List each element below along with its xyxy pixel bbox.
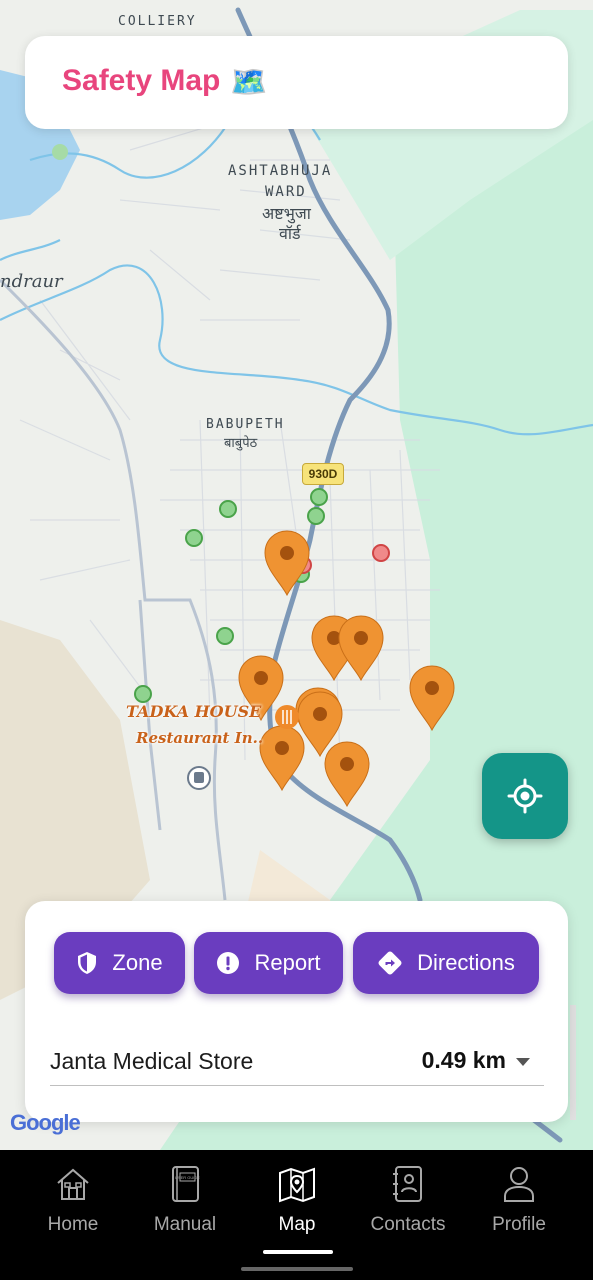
safe-zone-marker [185,529,203,547]
map-icon [279,1167,315,1203]
report-button[interactable]: Report [194,932,343,994]
destination-distance: 0.49 km [421,1047,506,1073]
nav-label-manual: Manual [153,1214,217,1235]
safe-zone-marker [310,488,328,506]
contacts-icon [393,1166,422,1202]
directions-icon [378,951,402,975]
directions-button-label: Directions [417,950,515,975]
shield-icon [78,952,97,974]
safe-zone-marker [307,507,325,525]
page-title: Safety Map 🗺️ [62,64,268,100]
action-panel: Zone Report Directions Janta Medical Sto… [25,901,568,1122]
nav-label-home: Home [47,1214,99,1235]
nav-label-contacts: Contacts [370,1214,446,1235]
map-label-ashtabhuja-hindi: अष्टभुजा [262,204,311,223]
zone-button-label: Zone [112,950,163,975]
profile-icon [504,1167,534,1202]
map-label-babupeth: BABUPETH [206,417,285,432]
road-badge-930d: 930D [302,463,344,485]
nav-label-map: Map [278,1214,316,1235]
bottom-nav: Home USER GUIDE Manual Map Contacts Prof… [0,1150,593,1280]
safe-zone-marker [219,500,237,518]
nav-item-map[interactable]: Map [242,1164,352,1236]
map-label-chandraur: ndraur [0,271,63,292]
nav-item-contacts[interactable]: Contacts [353,1164,463,1236]
safe-zone-marker [52,144,68,160]
my-location-button[interactable] [482,753,568,839]
poi-label-name[interactable]: TADKA HOUSE [126,700,261,724]
report-button-label: Report [254,950,321,975]
user-guide-icon-text: USER GUIDE [175,1175,200,1180]
user-guide-icon: USER GUIDE [172,1166,200,1202]
page-title-text: Safety Map [62,64,221,97]
zone-button[interactable]: Zone [54,932,185,994]
danger-zone-marker [372,544,390,562]
chevron-down-icon [516,1058,530,1066]
map-label-babupeth-hindi: बाबुपेठ [224,436,258,451]
home-icon [57,1168,89,1200]
nav-item-home[interactable]: Home [18,1164,128,1236]
header-card: Safety Map 🗺️ [25,36,568,129]
google-logo: Google [10,1110,81,1135]
nav-item-profile[interactable]: Profile [464,1164,574,1236]
map-label-ward: WARD [265,184,307,200]
map-label-ward-hindi: वॉर्ड [279,224,301,243]
poi-label-type[interactable]: Restaurant In.. [136,726,263,750]
active-tab-indicator [263,1250,333,1254]
nav-item-manual[interactable]: USER GUIDE Manual [130,1164,240,1236]
nav-label-profile: Profile [492,1214,546,1235]
map-emoji-icon: 🗺️ [230,65,268,99]
system-home-bar[interactable] [241,1267,353,1271]
alert-icon [217,952,240,974]
destination-select[interactable]: Janta Medical Store 0.49 km [50,1031,544,1086]
destination-name: Janta Medical Store [50,1048,254,1074]
map-label-colliery: COLLIERY [118,14,197,29]
directions-button[interactable]: Directions [353,932,539,994]
my-location-icon [507,778,543,814]
map-label-ashtabhuja: ASHTABHUJA [228,163,333,179]
safe-zone-marker [216,627,234,645]
